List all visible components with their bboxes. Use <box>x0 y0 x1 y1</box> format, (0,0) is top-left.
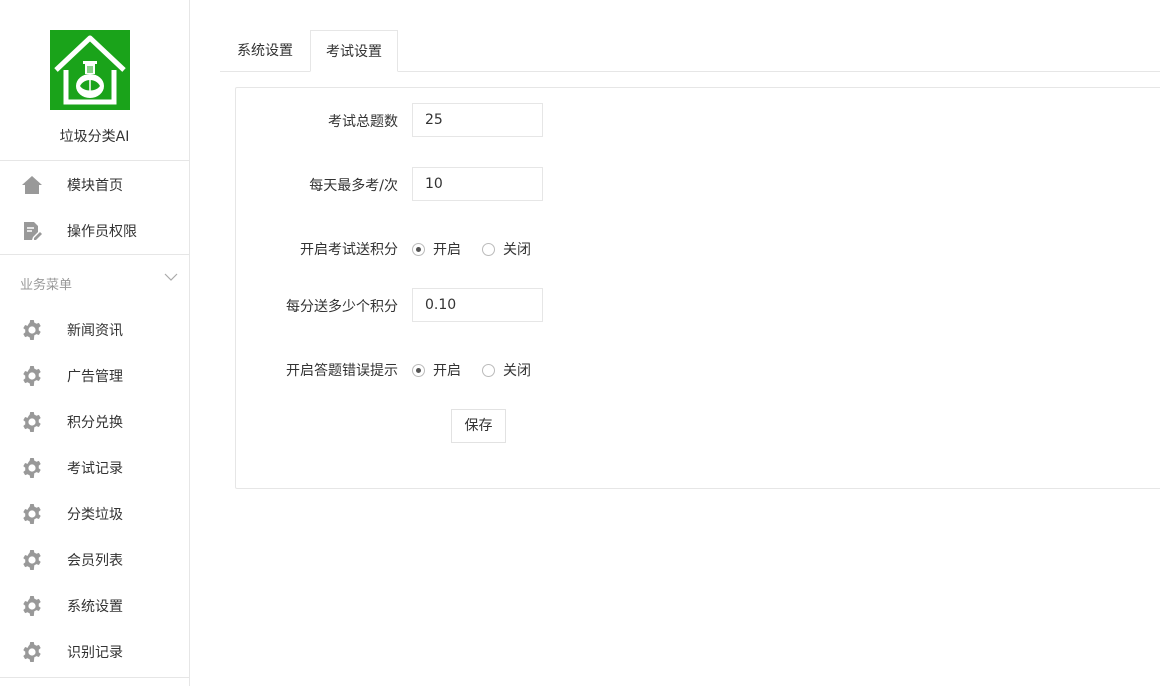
exam-points-label: 开启考试送积分 <box>300 242 398 258</box>
total-questions-label: 考试总题数 <box>328 114 398 130</box>
gear-icon <box>21 503 43 525</box>
points-per-score-label: 每分送多少个积分 <box>286 299 398 315</box>
sidebar-item-label: 广告管理 <box>67 369 123 385</box>
gear-icon <box>21 319 43 341</box>
gear-icon <box>21 641 43 663</box>
sidebar-item-module-home[interactable]: 模块首页 <box>0 161 189 207</box>
sidebar-item-7[interactable]: 系统设置 <box>0 582 189 628</box>
sidebar-item-2[interactable]: 广告管理 <box>0 352 189 398</box>
sidebar-item-operator-permission[interactable]: 操作员权限 <box>0 207 189 253</box>
sidebar-item-4[interactable]: 考试记录 <box>0 444 189 490</box>
sidebar-item-label: 新闻资讯 <box>67 323 123 339</box>
sidebar-item-label: 识别记录 <box>67 645 123 661</box>
sidebar-item-label: 操作员权限 <box>67 224 137 240</box>
exam-points-off-radio[interactable]: 关闭 <box>482 240 531 258</box>
gear-icon <box>21 595 43 617</box>
gear-icon <box>21 549 43 571</box>
sidebar: 垃圾分类AI 模块首页 操作员权限 业务菜单 新闻资讯广告管理积分兑换考试记录分… <box>0 0 190 686</box>
exam-settings-form: 考试总题数 25 每天最多考/次 10 开启考试送积分 开启 关闭 每分送多少个… <box>235 87 1160 489</box>
sidebar-item-6[interactable]: 会员列表 <box>0 536 189 582</box>
app-logo[interactable] <box>50 30 130 110</box>
form-row-total-questions: 考试总题数 25 <box>236 103 1160 137</box>
app-name: 垃圾分类AI <box>59 129 130 145</box>
wrong-hint-on-radio[interactable]: 开启 <box>412 361 461 379</box>
wrong-hint-label: 开启答题错误提示 <box>286 363 398 379</box>
sidebar-item-1[interactable]: 新闻资讯 <box>0 306 189 352</box>
sidebar-item-label: 模块首页 <box>67 178 123 194</box>
total-questions-input[interactable]: 25 <box>412 103 543 137</box>
sidebar-divider <box>0 677 189 678</box>
tab-bar: 系统设置 考试设置 <box>220 30 1160 72</box>
sidebar-item-label: 积分兑换 <box>67 415 123 431</box>
form-row-max-per-day: 每天最多考/次 10 <box>236 167 1160 201</box>
exam-points-on-radio[interactable]: 开启 <box>412 240 461 258</box>
radio-dot <box>412 242 425 256</box>
radio-dot <box>482 363 495 377</box>
sidebar-item-label: 考试记录 <box>67 461 123 477</box>
radio-label: 关闭 <box>503 242 531 258</box>
radio-dot <box>482 242 495 256</box>
save-button[interactable]: 保存 <box>451 409 506 443</box>
tab-exam-settings[interactable]: 考试设置 <box>310 30 398 72</box>
chevron-down-icon <box>164 270 178 286</box>
tab-system-settings[interactable]: 系统设置 <box>220 30 310 72</box>
radio-label: 关闭 <box>503 363 531 379</box>
radio-label: 开启 <box>433 242 461 258</box>
form-row-wrong-hint: 开启答题错误提示 开启 关闭 <box>236 352 1160 386</box>
home-icon <box>21 174 43 196</box>
form-row-exam-points: 开启考试送积分 开启 关闭 <box>236 231 1160 265</box>
gear-icon <box>21 457 43 479</box>
points-per-score-input[interactable]: 0.10 <box>412 288 543 322</box>
edit-doc-icon <box>21 220 43 242</box>
sidebar-group-business-menu[interactable]: 业务菜单 <box>0 255 189 307</box>
wrong-hint-off-radio[interactable]: 关闭 <box>482 361 531 379</box>
sidebar-item-label: 系统设置 <box>67 599 123 615</box>
sidebar-group-label: 业务菜单 <box>20 278 73 293</box>
main-content: 系统设置 考试设置 考试总题数 25 每天最多考/次 10 开启考试送积分 开启… <box>190 0 1160 686</box>
max-per-day-input[interactable]: 10 <box>412 167 543 201</box>
sidebar-item-5[interactable]: 分类垃圾 <box>0 490 189 536</box>
max-per-day-label: 每天最多考/次 <box>309 178 398 194</box>
radio-label: 开启 <box>433 363 461 379</box>
gear-icon <box>21 411 43 433</box>
sidebar-item-3[interactable]: 积分兑换 <box>0 398 189 444</box>
house-leaf-logo-icon <box>54 35 126 105</box>
sidebar-item-8[interactable]: 识别记录 <box>0 628 189 674</box>
gear-icon <box>21 365 43 387</box>
radio-dot <box>412 363 425 377</box>
sidebar-item-label: 会员列表 <box>67 553 123 569</box>
sidebar-item-label: 分类垃圾 <box>67 507 123 523</box>
form-row-points-per-score: 每分送多少个积分 0.10 <box>236 288 1160 322</box>
logo-area: 垃圾分类AI <box>0 0 189 161</box>
